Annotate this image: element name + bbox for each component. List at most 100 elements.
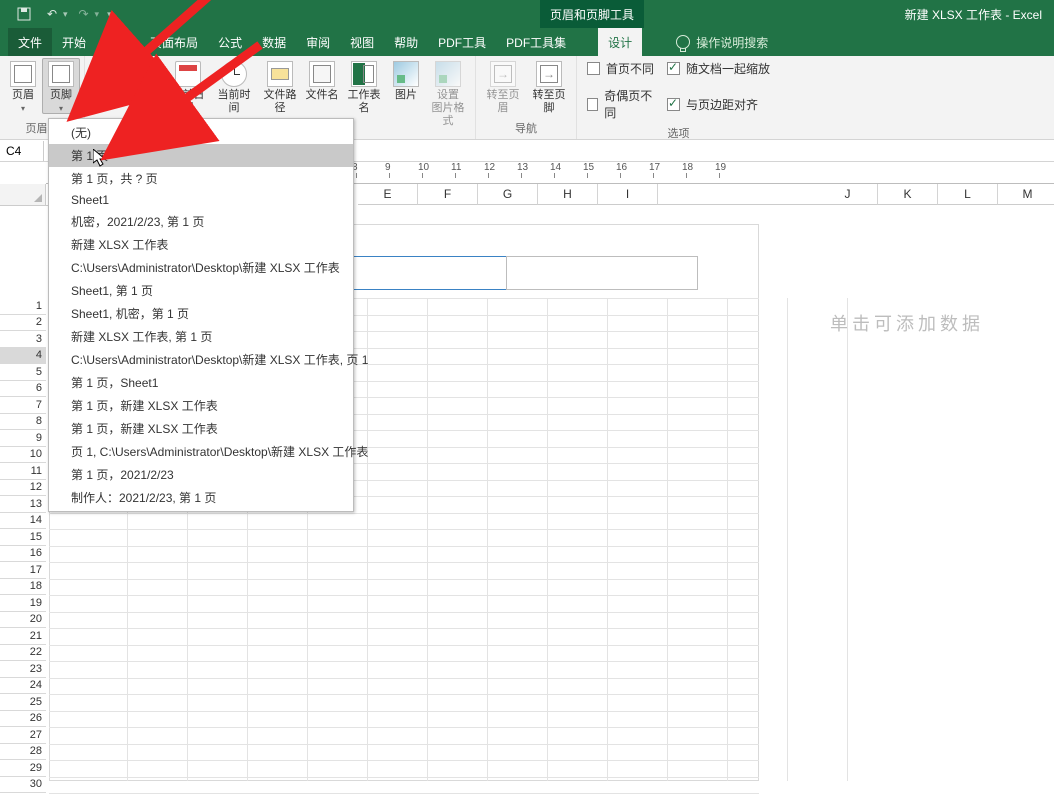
row-header[interactable]: 20 [0, 612, 46, 629]
row-header[interactable]: 3 [0, 331, 46, 348]
group-options: 首页不同 随文档一起缩放 奇偶页不同 与页边距对齐 选项 [577, 56, 780, 139]
row-header[interactable]: 28 [0, 744, 46, 761]
tab-data[interactable]: 数据 [252, 28, 296, 56]
add-data-placeholder[interactable]: 单击可添加数据 [822, 304, 1050, 342]
row-header[interactable]: 7 [0, 397, 46, 414]
row-header[interactable]: 11 [0, 463, 46, 480]
footer-menu-item[interactable]: 第 1 页，Sheet1 [49, 371, 353, 394]
row-header[interactable]: 9 [0, 430, 46, 447]
save-icon[interactable] [10, 0, 38, 28]
column-header[interactable]: E [358, 184, 418, 205]
row-header[interactable]: 13 [0, 496, 46, 513]
redo-icon[interactable]: ↷ [70, 0, 98, 28]
footer-menu-item[interactable]: C:\Users\Administrator\Desktop\新建 XLSX 工… [49, 348, 353, 371]
picture-button[interactable]: 图片 [387, 58, 425, 129]
tab-page-layout[interactable]: 页面布局 [140, 28, 208, 56]
tab-home[interactable]: 开始 [52, 28, 96, 56]
footer-dropdown-menu[interactable]: (无)第 1 页第 1 页，共 ? 页Sheet1机密，2021/2/23, 第… [48, 118, 354, 512]
footer-menu-item[interactable]: 第 1 页，共 ? 页 [49, 167, 353, 190]
tab-pdf-toolset[interactable]: PDF工具集 [496, 28, 576, 56]
picture-format-button: 设置 图片格式 [425, 58, 471, 129]
hf-right-section[interactable] [506, 256, 698, 290]
row-header[interactable]: 21 [0, 628, 46, 645]
column-header[interactable]: G [478, 184, 538, 205]
row-header[interactable]: 14 [0, 513, 46, 530]
row-header[interactable]: 16 [0, 546, 46, 563]
row-header[interactable]: 29 [0, 760, 46, 777]
footer-menu-item[interactable]: 机密，2021/2/23, 第 1 页 [49, 210, 353, 233]
footer-menu-item[interactable]: 新建 XLSX 工作表 [49, 233, 353, 256]
tab-pdf-tools[interactable]: PDF工具 [428, 28, 496, 56]
row-header[interactable]: 22 [0, 645, 46, 662]
tab-view[interactable]: 视图 [340, 28, 384, 56]
row-header[interactable]: 5 [0, 364, 46, 381]
row-header[interactable]: 26 [0, 711, 46, 728]
row-header[interactable]: 17 [0, 562, 46, 579]
footer-menu-item[interactable]: (无) [49, 121, 353, 144]
column-header[interactable]: I [598, 184, 658, 205]
row-header[interactable]: 19 [0, 595, 46, 612]
column-header[interactable]: M [998, 184, 1054, 205]
column-header[interactable]: H [538, 184, 598, 205]
tab-formulas[interactable]: 公式 [208, 28, 252, 56]
header-button[interactable]: 页眉 ▾ [4, 58, 42, 114]
quick-access-toolbar: ↶▾ ↷▾ ▾ [0, 0, 114, 28]
title-bar: ↶▾ ↷▾ ▾ 页眉和页脚工具 新建 XLSX 工作表 - Excel [0, 0, 1054, 28]
footer-menu-item[interactable]: Sheet1, 机密，第 1 页 [49, 302, 353, 325]
undo-icon[interactable]: ↶ [38, 0, 66, 28]
footer-menu-item[interactable]: Sheet1 [49, 190, 353, 210]
scale-with-doc-label: 随文档一起缩放 [686, 60, 770, 77]
column-header[interactable]: K [878, 184, 938, 205]
hash-icon [95, 61, 121, 87]
footer-menu-item[interactable]: 页 1, C:\Users\Administrator\Desktop\新建 X… [49, 440, 353, 463]
footer-menu-item[interactable]: 第 1 页，新建 XLSX 工作表 [49, 417, 353, 440]
tell-me-search[interactable]: 操作说明搜索 [662, 28, 782, 56]
name-box[interactable]: C4 [0, 141, 44, 161]
row-header[interactable]: 1 [0, 298, 46, 315]
footer-menu-item[interactable]: 新建 XLSX 工作表, 第 1 页 [49, 325, 353, 348]
checkbox-scale-with-doc[interactable] [667, 62, 680, 75]
row-header[interactable]: 4 [0, 348, 46, 365]
redo-caret[interactable]: ▾ [95, 9, 100, 20]
tab-insert[interactable]: 插入 [96, 28, 140, 56]
group-label-nav: 导航 [480, 118, 572, 137]
footer-menu-item[interactable]: C:\Users\Administrator\Desktop\新建 XLSX 工… [49, 256, 353, 279]
lightbulb-icon [676, 35, 690, 49]
row-header[interactable]: 27 [0, 727, 46, 744]
tab-design[interactable]: 设计 [598, 28, 642, 56]
tab-review[interactable]: 审阅 [296, 28, 340, 56]
tab-file[interactable]: 文件 [8, 28, 52, 56]
picture-label: 图片 [395, 89, 417, 102]
row-header[interactable]: 25 [0, 694, 46, 711]
row-header[interactable]: 23 [0, 661, 46, 678]
checkbox-align-margins[interactable] [667, 98, 680, 111]
checkbox-diff-odd-even[interactable] [587, 98, 598, 111]
footer-button[interactable]: 页脚 ▾ [42, 58, 80, 114]
footer-menu-item[interactable]: 第 1 页，新建 XLSX 工作表 [49, 394, 353, 417]
column-header[interactable]: F [418, 184, 478, 205]
footer-caret: ▾ [59, 104, 63, 113]
date-label: 当前日期 [167, 89, 209, 115]
row-header[interactable]: 8 [0, 414, 46, 431]
row-header[interactable]: 6 [0, 381, 46, 398]
row-header[interactable]: 10 [0, 447, 46, 464]
qat-customize-caret[interactable]: ▾ [107, 9, 112, 20]
column-header[interactable]: J [818, 184, 878, 205]
select-all-triangle[interactable] [0, 184, 46, 206]
footer-menu-item[interactable]: 第 1 页，2021/2/23 [49, 463, 353, 486]
goto-footer-button[interactable]: 转至页脚 [526, 58, 572, 115]
column-header[interactable]: L [938, 184, 998, 205]
tab-help[interactable]: 帮助 [384, 28, 428, 56]
row-header[interactable]: 18 [0, 579, 46, 596]
row-header[interactable]: 15 [0, 529, 46, 546]
row-header[interactable]: 12 [0, 480, 46, 497]
checkbox-diff-first[interactable] [587, 62, 600, 75]
right-panel: 单击可添加数据 [818, 224, 1054, 781]
row-header[interactable]: 30 [0, 777, 46, 794]
undo-caret[interactable]: ▾ [63, 9, 68, 20]
footer-menu-item[interactable]: 制作人：2021/2/23, 第 1 页 [49, 486, 353, 509]
footer-menu-item[interactable]: Sheet1, 第 1 页 [49, 279, 353, 302]
row-header[interactable]: 24 [0, 678, 46, 695]
row-header[interactable]: 2 [0, 315, 46, 332]
footer-menu-item[interactable]: 第 1 页 [49, 144, 353, 167]
